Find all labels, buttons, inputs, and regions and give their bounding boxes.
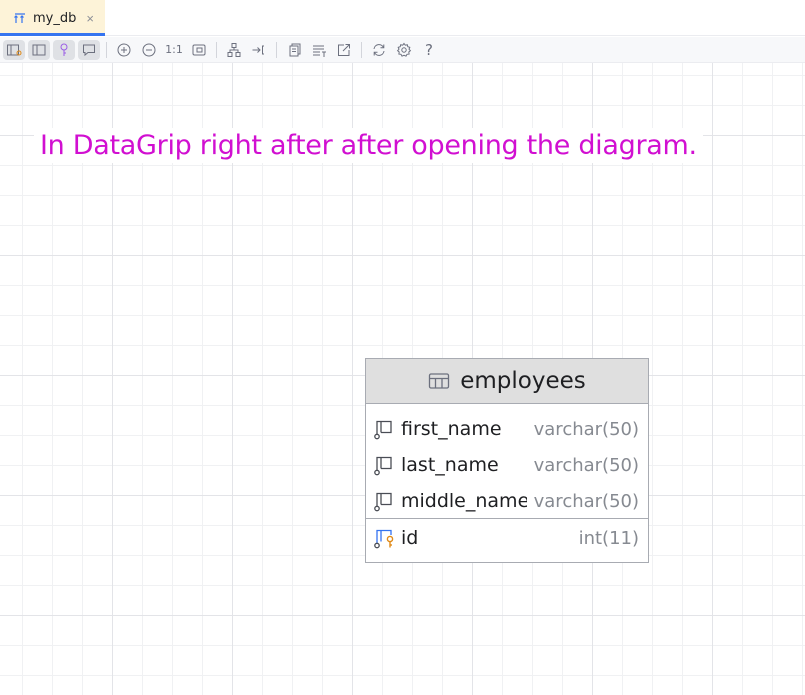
fit-content-button[interactable] xyxy=(188,40,210,60)
zoom-out-icon xyxy=(142,43,156,56)
zoom-in-button[interactable] xyxy=(113,40,135,60)
diagram-toolbar: 1:1 ? xyxy=(0,37,805,63)
refresh-button[interactable] xyxy=(368,40,390,60)
table-node-header[interactable]: employees xyxy=(366,359,648,404)
primary-key-column-icon xyxy=(374,529,394,549)
key-column-list: id int(11) xyxy=(366,519,648,556)
table-name: employees xyxy=(460,368,586,394)
hierarchy-icon xyxy=(227,42,241,57)
help-button[interactable]: ? xyxy=(418,40,440,60)
zoom-out-button[interactable] xyxy=(138,40,160,60)
key-icon xyxy=(60,43,68,56)
diagram-icon xyxy=(13,11,27,25)
column-name: first_name xyxy=(401,418,502,440)
settings-button[interactable] xyxy=(393,40,415,60)
column-icon xyxy=(374,456,392,476)
editor-tab-bar: my_db × xyxy=(0,0,805,36)
copy-diagram-button[interactable] xyxy=(283,40,305,60)
column-name: id xyxy=(401,527,419,549)
show-comments-button[interactable] xyxy=(78,39,100,60)
column-icon xyxy=(374,420,392,440)
tab-my-db[interactable]: my_db × xyxy=(0,0,105,36)
toolbar-separator xyxy=(276,41,277,58)
column-type: varchar(50) xyxy=(533,418,639,440)
export-icon xyxy=(338,43,350,56)
column-type: int(11) xyxy=(578,527,639,549)
export-text-button[interactable] xyxy=(308,40,330,60)
panel-icon xyxy=(32,44,46,55)
close-icon[interactable]: × xyxy=(86,11,94,26)
zoom-in-icon xyxy=(117,43,131,56)
column-icon xyxy=(374,492,392,512)
fit-content-icon xyxy=(192,44,206,55)
show-columns-button[interactable] xyxy=(3,39,25,60)
actual-size-button[interactable]: 1:1 xyxy=(163,40,185,60)
column-name: middle_name xyxy=(401,490,527,512)
toolbar-separator xyxy=(106,41,107,58)
column-row[interactable]: first_name varchar(50) xyxy=(366,411,648,447)
arrow-to-bracket-icon xyxy=(252,45,264,54)
annotation-note: In DataGrip right after after opening th… xyxy=(34,128,703,163)
refresh-icon xyxy=(373,43,385,56)
table-icon xyxy=(429,373,450,389)
comment-icon xyxy=(83,44,95,56)
column-type: varchar(50) xyxy=(533,490,639,512)
tab-label: my_db xyxy=(33,10,77,26)
column-row[interactable]: middle_name varchar(50) xyxy=(366,483,648,519)
export-button[interactable] xyxy=(333,40,355,60)
column-type: varchar(50) xyxy=(533,454,639,476)
layout-button[interactable] xyxy=(223,40,245,60)
text-lines-icon xyxy=(313,45,326,57)
toolbar-separator xyxy=(216,41,217,58)
tab-active-indicator xyxy=(0,33,105,36)
column-name: last_name xyxy=(401,454,499,476)
toggle-panel-button[interactable] xyxy=(28,39,50,60)
table-node-employees[interactable]: employees first_name varchar(50) last_na… xyxy=(365,358,649,563)
route-edges-button[interactable] xyxy=(248,40,270,60)
column-row[interactable]: last_name varchar(50) xyxy=(366,447,648,483)
toolbar-separator xyxy=(361,41,362,58)
show-keys-button[interactable] xyxy=(53,39,75,60)
columns-key-icon xyxy=(7,44,22,55)
gear-icon xyxy=(396,42,412,57)
column-row[interactable]: id int(11) xyxy=(366,520,648,556)
copy-icon xyxy=(289,43,301,56)
column-list: first_name varchar(50) last_name varchar… xyxy=(366,404,648,519)
